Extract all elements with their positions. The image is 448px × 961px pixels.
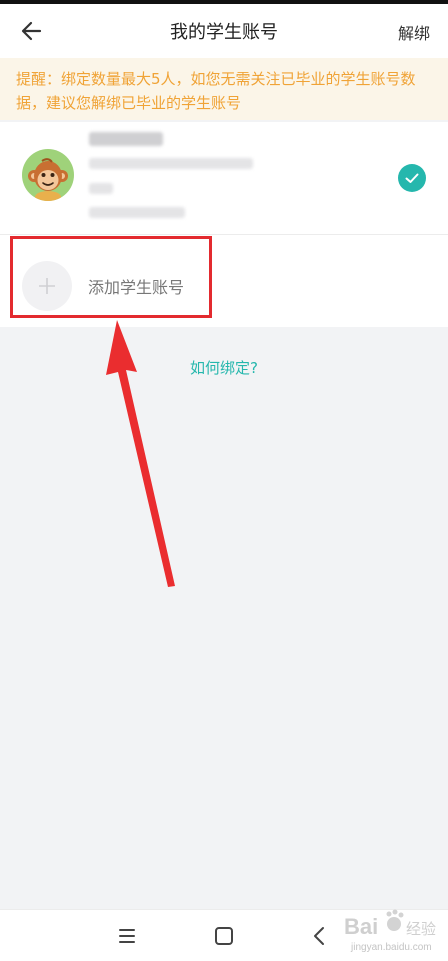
page-title: 我的学生账号	[170, 22, 278, 43]
annotation-highlight-box	[10, 236, 212, 318]
svg-text:经验: 经验	[406, 921, 436, 938]
watermark-text: jingyan.baidu.com	[351, 942, 432, 953]
back-arrow-icon[interactable]	[18, 17, 46, 45]
student-account-row[interactable]	[0, 122, 448, 235]
student-school-redacted	[89, 158, 253, 169]
student-account-redacted	[89, 207, 185, 218]
student-name-redacted	[89, 132, 163, 146]
monkey-avatar-icon	[22, 149, 74, 201]
back-chevron-icon[interactable]	[308, 924, 332, 948]
home-square-icon[interactable]	[212, 924, 236, 948]
svg-text:Bai: Bai	[344, 914, 378, 939]
unbind-button[interactable]: 解绑	[398, 20, 430, 44]
app-header: 我的学生账号 解绑	[0, 4, 448, 58]
selected-check-icon[interactable]	[398, 164, 426, 192]
notice-text: 提醒：绑定数量最大5人，如您无需关注已毕业的学生账号数据，建议您解绑已毕业的学生…	[16, 70, 416, 112]
menu-icon[interactable]	[115, 924, 139, 948]
how-to-bind-link[interactable]: 如何绑定?	[0, 357, 448, 378]
student-class-redacted	[89, 183, 113, 194]
notice-banner: 提醒：绑定数量最大5人，如您无需关注已毕业的学生账号数据，建议您解绑已毕业的学生…	[0, 58, 448, 120]
